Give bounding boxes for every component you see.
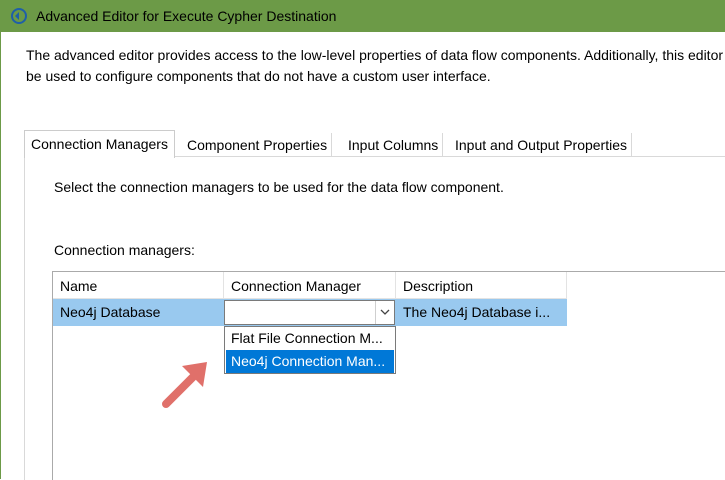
chevron-down-icon [380,309,390,315]
dropdown-option-neo4j[interactable]: Neo4j Connection Man... [226,350,394,373]
connection-manager-dropdown-list: Flat File Connection M... Neo4j Connecti… [224,326,396,374]
column-header-name[interactable]: Name [53,272,224,298]
dropdown-option-flat-file[interactable]: Flat File Connection M... [226,327,394,350]
window-title: Advanced Editor for Execute Cypher Desti… [36,8,337,24]
connection-manager-combobox[interactable] [224,300,395,325]
cell-description[interactable]: The Neo4j Database i... [396,299,567,326]
arrow-annotation-icon [162,362,207,408]
window-border [0,32,1,479]
tab-connection-managers[interactable]: Connection Managers [24,130,175,158]
title-bar[interactable]: Advanced Editor for Execute Cypher Desti… [0,0,725,32]
cell-name[interactable]: Neo4j Database [53,299,224,326]
tab-component-properties[interactable]: Component Properties [183,133,333,157]
description-line-1: The advanced editor provides access to t… [26,47,725,63]
app-icon [11,8,27,24]
tab-input-output-properties[interactable]: Input and Output Properties [451,133,632,157]
column-header-description[interactable]: Description [396,272,567,298]
connection-managers-label: Connection managers: [54,242,195,258]
connection-managers-grid: Name Connection Manager Description Neo4… [52,271,725,480]
description-line-2: be used to configure components that do … [26,68,491,84]
tab-strip: Connection Managers Component Properties… [24,130,725,158]
editor-description: The advanced editor provides access to t… [26,45,725,87]
column-header-connection-manager[interactable]: Connection Manager [224,272,396,298]
dropdown-button[interactable] [375,301,394,324]
panel-instruction: Select the connection managers to be use… [54,179,504,195]
grid-header: Name Connection Manager Description [53,272,567,299]
tab-input-columns[interactable]: Input Columns [344,133,444,157]
